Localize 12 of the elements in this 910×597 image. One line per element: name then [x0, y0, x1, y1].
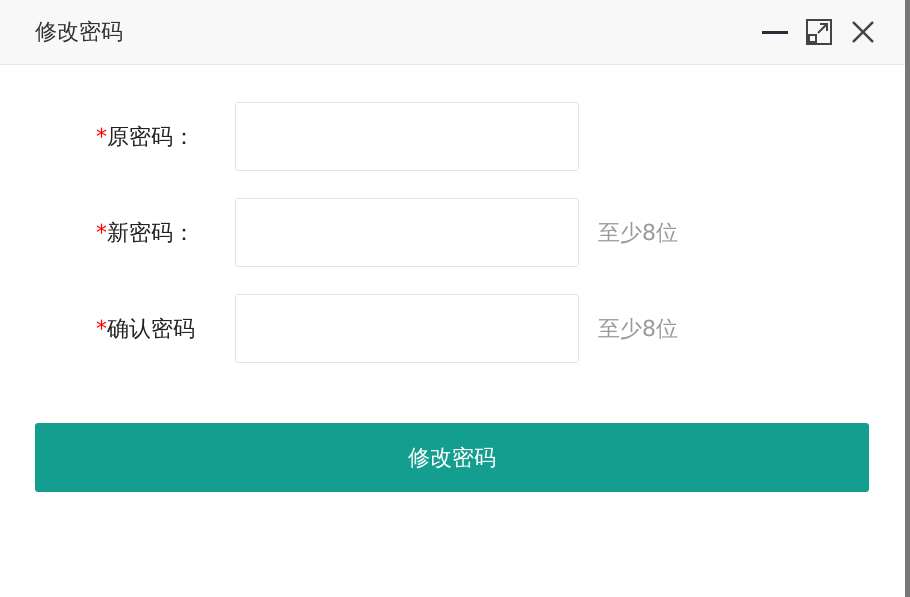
password-field[interactable] [235, 294, 579, 363]
field-label: *确认密码 [96, 316, 196, 344]
field-hint: 至少8位 [598, 316, 678, 344]
maximize-icon[interactable] [806, 19, 832, 45]
close-icon[interactable] [850, 19, 876, 45]
password-field[interactable] [235, 102, 579, 171]
field-label: *新密码： [96, 220, 196, 248]
password-field[interactable] [235, 198, 579, 267]
window-title: 修改密码 [35, 19, 124, 47]
field-hint: 至少8位 [598, 220, 678, 248]
submit-button[interactable]: 修改密码 [35, 423, 869, 492]
field-label: *原密码： [96, 124, 196, 152]
